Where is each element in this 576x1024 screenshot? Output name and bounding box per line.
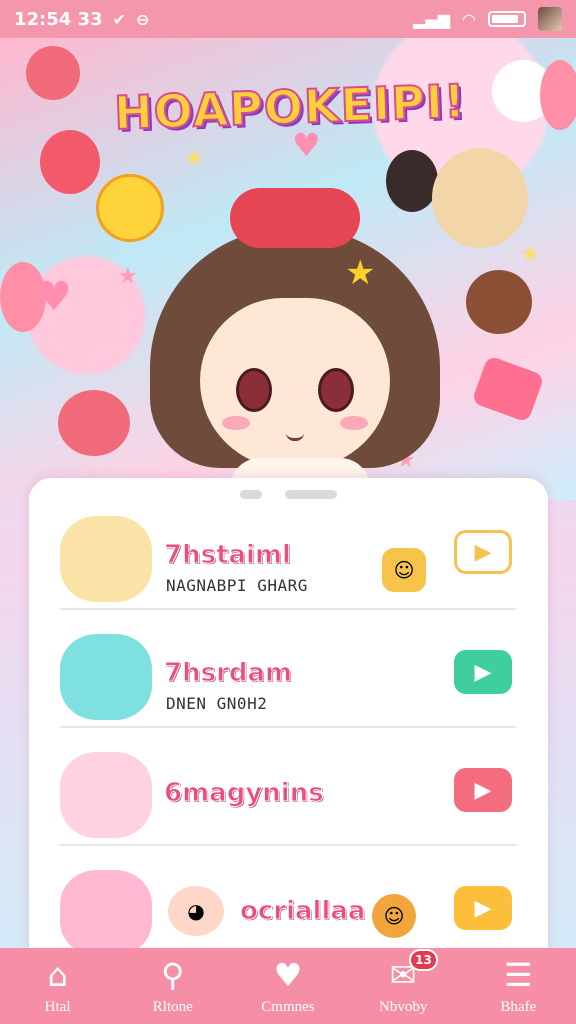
hero-banner: HOAPOKEIPI! ♥ ♥ ★ ★ ★ ★ ★: [0, 38, 576, 500]
play-button[interactable]: ▶: [454, 886, 512, 930]
list-item[interactable]: 6magynins ▶: [60, 728, 516, 846]
list-item-title: 7hsrdam: [163, 658, 293, 689]
heart-icon: ♥: [292, 126, 321, 164]
nav-label: Cmmnes: [261, 998, 315, 1015]
nav-label: Rltone: [152, 998, 193, 1015]
list-item-title: 6magynins: [164, 778, 325, 809]
status-time: 12:54 33: [14, 8, 103, 30]
nav-home[interactable]: ⌂ Htal: [8, 957, 108, 1016]
eye-icon: [318, 368, 354, 412]
sticker-icon: ☺: [382, 548, 426, 592]
blush: [340, 416, 368, 430]
avatar: [60, 634, 152, 720]
cookie-icon: [466, 270, 532, 334]
heart-icon: ♥: [273, 955, 303, 994]
signal-icon: ▂▄▆: [413, 9, 451, 29]
eye-icon: [236, 368, 272, 412]
status-left: 12:54 33 ✔ ⊖: [14, 9, 149, 30]
ribbon-icon: [471, 355, 545, 423]
mascot-face: [200, 298, 390, 468]
star-icon: ★: [520, 242, 540, 267]
list-item[interactable]: ◕ ocriallaa ☺ ▶: [60, 846, 516, 964]
menu-icon: ☰: [504, 955, 533, 994]
star-icon: ★: [345, 253, 376, 293]
home-icon: ⌂: [47, 955, 68, 994]
bottom-nav: ⌂ Htal ⚲ Rltone ♥ Cmmnes ✉ 13 Nbvoby ☰ B…: [0, 948, 576, 1024]
nav-menu[interactable]: ☰ Bhafe: [468, 957, 568, 1016]
status-avatar-icon: [538, 7, 562, 31]
avatar: [60, 870, 152, 956]
bear-icon: [58, 390, 130, 456]
balloon-icon: [540, 60, 576, 130]
search-icon: ⚲: [161, 955, 185, 994]
nav-favorites[interactable]: ♥ Cmmnes: [238, 957, 338, 1016]
heart-icon: ♥: [36, 274, 72, 320]
list-item-subtitle: DNEN GN0H2: [166, 694, 268, 713]
sticker-icon: ☺: [372, 894, 416, 938]
sticker-icon: ◕: [168, 886, 224, 936]
blush: [222, 416, 250, 430]
list-item-title: 7hstaiml: [164, 540, 292, 571]
kid-icon: [432, 148, 528, 248]
balloon-icon: [40, 130, 100, 194]
mouth: [286, 433, 304, 441]
nav-label: Nbvoby: [378, 998, 428, 1015]
content-card[interactable]: 7hstaiml NAGNABPI GHARG ☺ ▶ 7hsrdam DNEN…: [29, 478, 548, 956]
wifi-icon: ◠: [462, 9, 476, 29]
star-icon: ★: [118, 264, 138, 289]
nav-inbox[interactable]: ✉ 13 Nbvoby: [353, 948, 453, 1016]
nav-label: Htal: [44, 998, 71, 1015]
nav-search[interactable]: ⚲ Rltone: [123, 957, 223, 1016]
avatar: [60, 516, 152, 602]
play-button[interactable]: ▶: [454, 768, 512, 812]
list-item[interactable]: 7hstaiml NAGNABPI GHARG ☺ ▶: [60, 492, 516, 610]
bow-icon: [230, 188, 360, 248]
list-item-title: ocriallaa: [239, 896, 366, 927]
bear-icon: [26, 46, 80, 100]
play-button[interactable]: ▶: [454, 650, 512, 694]
battery-icon: [488, 11, 526, 27]
status-bar: 12:54 33 ✔ ⊖ ▂▄▆ ◠: [0, 0, 576, 38]
nav-label: Bhafe: [500, 998, 537, 1015]
status-right: ▂▄▆ ◠: [413, 7, 562, 31]
mascot-girl: ★: [150, 188, 440, 500]
app-title: HOAPOKEIPI!: [112, 73, 467, 141]
avatar: [60, 752, 152, 838]
v-icon: ✔: [112, 9, 127, 29]
list-item-subtitle: NAGNABPI GHARG: [166, 576, 308, 595]
play-button[interactable]: ▶: [454, 530, 512, 574]
star-icon: ★: [184, 146, 204, 171]
list-item[interactable]: 7hsrdam DNEN GN0H2 ▶: [60, 610, 516, 728]
notification-badge: 13: [409, 948, 438, 971]
message-icon: ⊖: [136, 9, 150, 29]
